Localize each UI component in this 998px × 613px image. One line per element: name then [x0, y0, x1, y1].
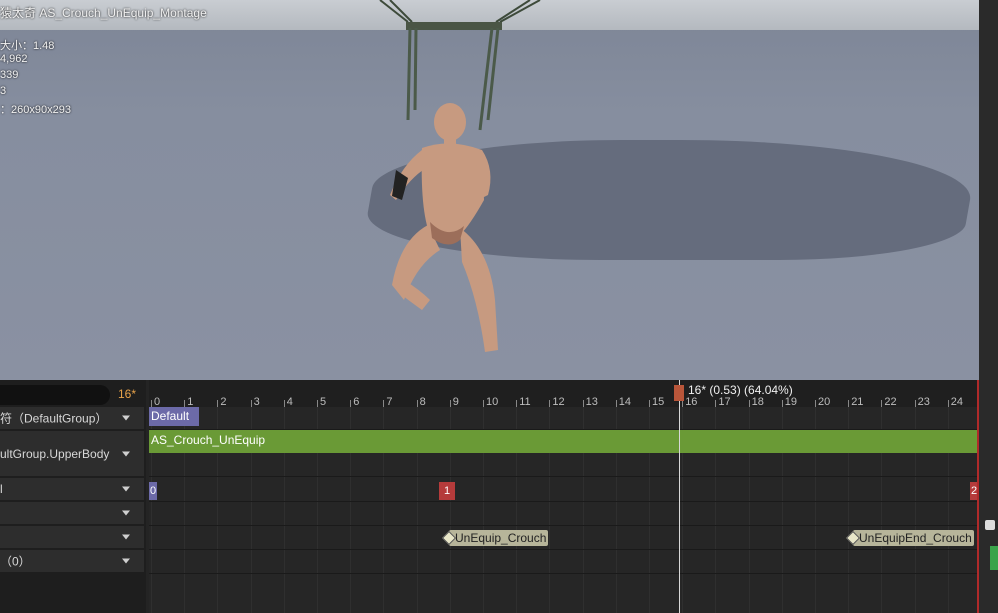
divider [149, 476, 979, 477]
right-panel-edge [979, 0, 998, 613]
track-row-4[interactable] [0, 502, 144, 524]
viewport-stat-2: 4,962 [0, 53, 28, 65]
ruler-tick-label: 8 [419, 396, 426, 408]
divider [149, 501, 979, 502]
ruler-tick-mark [781, 400, 783, 407]
ruler-tick-label: 9 [452, 396, 459, 408]
ruler-tick-label: 4 [286, 396, 293, 408]
ruler-tick-mark [748, 400, 750, 407]
ruler-tick-label: 17 [718, 396, 731, 408]
viewport-stat-bounds: ：260x90x293 [0, 104, 71, 116]
ruler-tick-label: 22 [884, 396, 897, 408]
playhead-readout: 16* (0.53) (64.04%) [688, 383, 793, 397]
ruler-tick-label: 5 [320, 396, 327, 408]
track-sections[interactable]: l [0, 478, 144, 500]
track-notify-0[interactable]: （0） [0, 550, 144, 572]
ruler-tick-mark [881, 400, 883, 407]
ruler-tick-mark [715, 400, 717, 407]
ruler-tick-label: 7 [386, 396, 393, 408]
ruler-tick-label: 23 [917, 396, 930, 408]
ruler-tick-mark [217, 400, 219, 407]
playhead-line [679, 380, 680, 613]
ruler-tick-mark [947, 400, 949, 407]
ruler-tick-mark [516, 400, 518, 407]
ruler-tick-mark [615, 400, 617, 407]
chevron-down-icon[interactable] [122, 534, 130, 540]
ruler-tick-mark [914, 400, 916, 407]
montage-segment[interactable]: AS_Crouch_UnEquip [149, 430, 978, 453]
ruler-tick-mark [848, 400, 850, 407]
track-notifies[interactable] [0, 526, 144, 548]
slot-group-default-tag[interactable]: Default [149, 407, 199, 426]
ruler-tick-label: 24 [950, 396, 964, 408]
ruler-tick-label: 14 [618, 396, 632, 408]
ruler-tick-mark [682, 400, 684, 407]
ruler-tick-mark [383, 400, 385, 407]
montage-timeline: 16* 符（DefaultGroup） ultGroup.UpperBody l… [0, 380, 979, 613]
ruler-tick-mark [582, 400, 584, 407]
chevron-down-icon[interactable] [122, 415, 130, 421]
track-label: ultGroup.UpperBody [0, 446, 110, 461]
ruler-tick-mark [250, 400, 252, 407]
ruler-tick-label: 10 [486, 396, 499, 408]
ruler-tick-label: 15 [652, 396, 665, 408]
ruler-tick-mark [483, 400, 484, 407]
ruler-tick-mark [416, 400, 418, 407]
section-marker-1[interactable]: 1 [439, 482, 455, 500]
time-ruler[interactable]: 0 1 2 3 4 5 6 7 8 9 10 11 12 13 14 15 16 17 18 19 20 21 22 23 24 [149, 380, 979, 408]
ruler-tick-label: 18 [751, 396, 764, 408]
ruler-tick-mark [283, 400, 285, 407]
ruler-tick-label: 6 [353, 396, 360, 408]
chevron-down-icon[interactable] [122, 510, 130, 516]
ruler-tick-label: 3 [253, 396, 260, 408]
track-search-input[interactable] [0, 385, 110, 405]
current-frame-label: 16* [118, 387, 137, 401]
timeline-grid[interactable]: 0 1 2 3 4 5 6 7 8 9 10 11 12 13 14 15 16 17 18 19 20 21 22 23 24… [149, 380, 979, 613]
ruler-tick-mark [151, 400, 152, 407]
viewport-title: 猿太奇 AS_Crouch_UnEquip_Montage [0, 6, 207, 20]
divider [149, 525, 979, 526]
ruler-tick-label: 13 [585, 396, 598, 408]
track-slot-name[interactable]: ultGroup.UpperBody [0, 431, 144, 476]
panel-icon[interactable] [985, 520, 995, 530]
notify-unequipend-crouch[interactable]: UnEquipEnd_Crouch [853, 530, 974, 546]
ruler-tick-label: 20 [818, 396, 831, 408]
ruler-tick-label: 16 [685, 396, 698, 408]
track-list: 16* 符（DefaultGroup） ultGroup.UpperBody l… [0, 380, 146, 613]
viewport-stat-size: 大小：1.48 [0, 40, 55, 52]
end-marker-line[interactable] [977, 380, 979, 613]
viewport-stat-3: 339 [0, 69, 19, 81]
ruler-tick-mark [449, 400, 451, 407]
ruler-tick-mark [184, 400, 186, 407]
animation-viewport[interactable]: 猿太奇 AS_Crouch_UnEquip_Montage 大小：1.48 4,… [0, 0, 979, 380]
track-label: （0） [0, 554, 31, 569]
character-preview [379, 0, 541, 352]
ruler-tick-mark [649, 400, 650, 407]
ruler-tick-mark [350, 400, 352, 407]
ruler-tick-label: 11 [519, 396, 531, 408]
section-marker-0[interactable]: 0 [149, 482, 157, 500]
track-slot-group[interactable]: 符（DefaultGroup） [0, 407, 144, 429]
chevron-down-icon[interactable] [122, 486, 130, 492]
track-label: l [0, 482, 3, 496]
playhead-handle[interactable] [674, 385, 684, 401]
viewport-stat-4: 3 [0, 85, 7, 97]
ruler-tick-mark [317, 400, 318, 407]
ruler-tick-mark [815, 400, 816, 407]
divider [149, 549, 979, 550]
ruler-tick-label: 12 [552, 396, 565, 408]
ruler-tick-label: 2 [220, 396, 227, 408]
ruler-tick-mark [549, 400, 551, 407]
divider [149, 573, 979, 574]
notify-unequip-crouch[interactable]: UnEquip_Crouch [449, 530, 549, 546]
panel-green-indicator [990, 546, 998, 570]
ruler-tick-label: 21 [851, 396, 864, 408]
track-label: 符（DefaultGroup） [0, 411, 108, 426]
ruler-tick-label: 19 [784, 396, 798, 408]
chevron-down-icon[interactable] [122, 558, 130, 564]
chevron-down-icon[interactable] [122, 451, 130, 456]
